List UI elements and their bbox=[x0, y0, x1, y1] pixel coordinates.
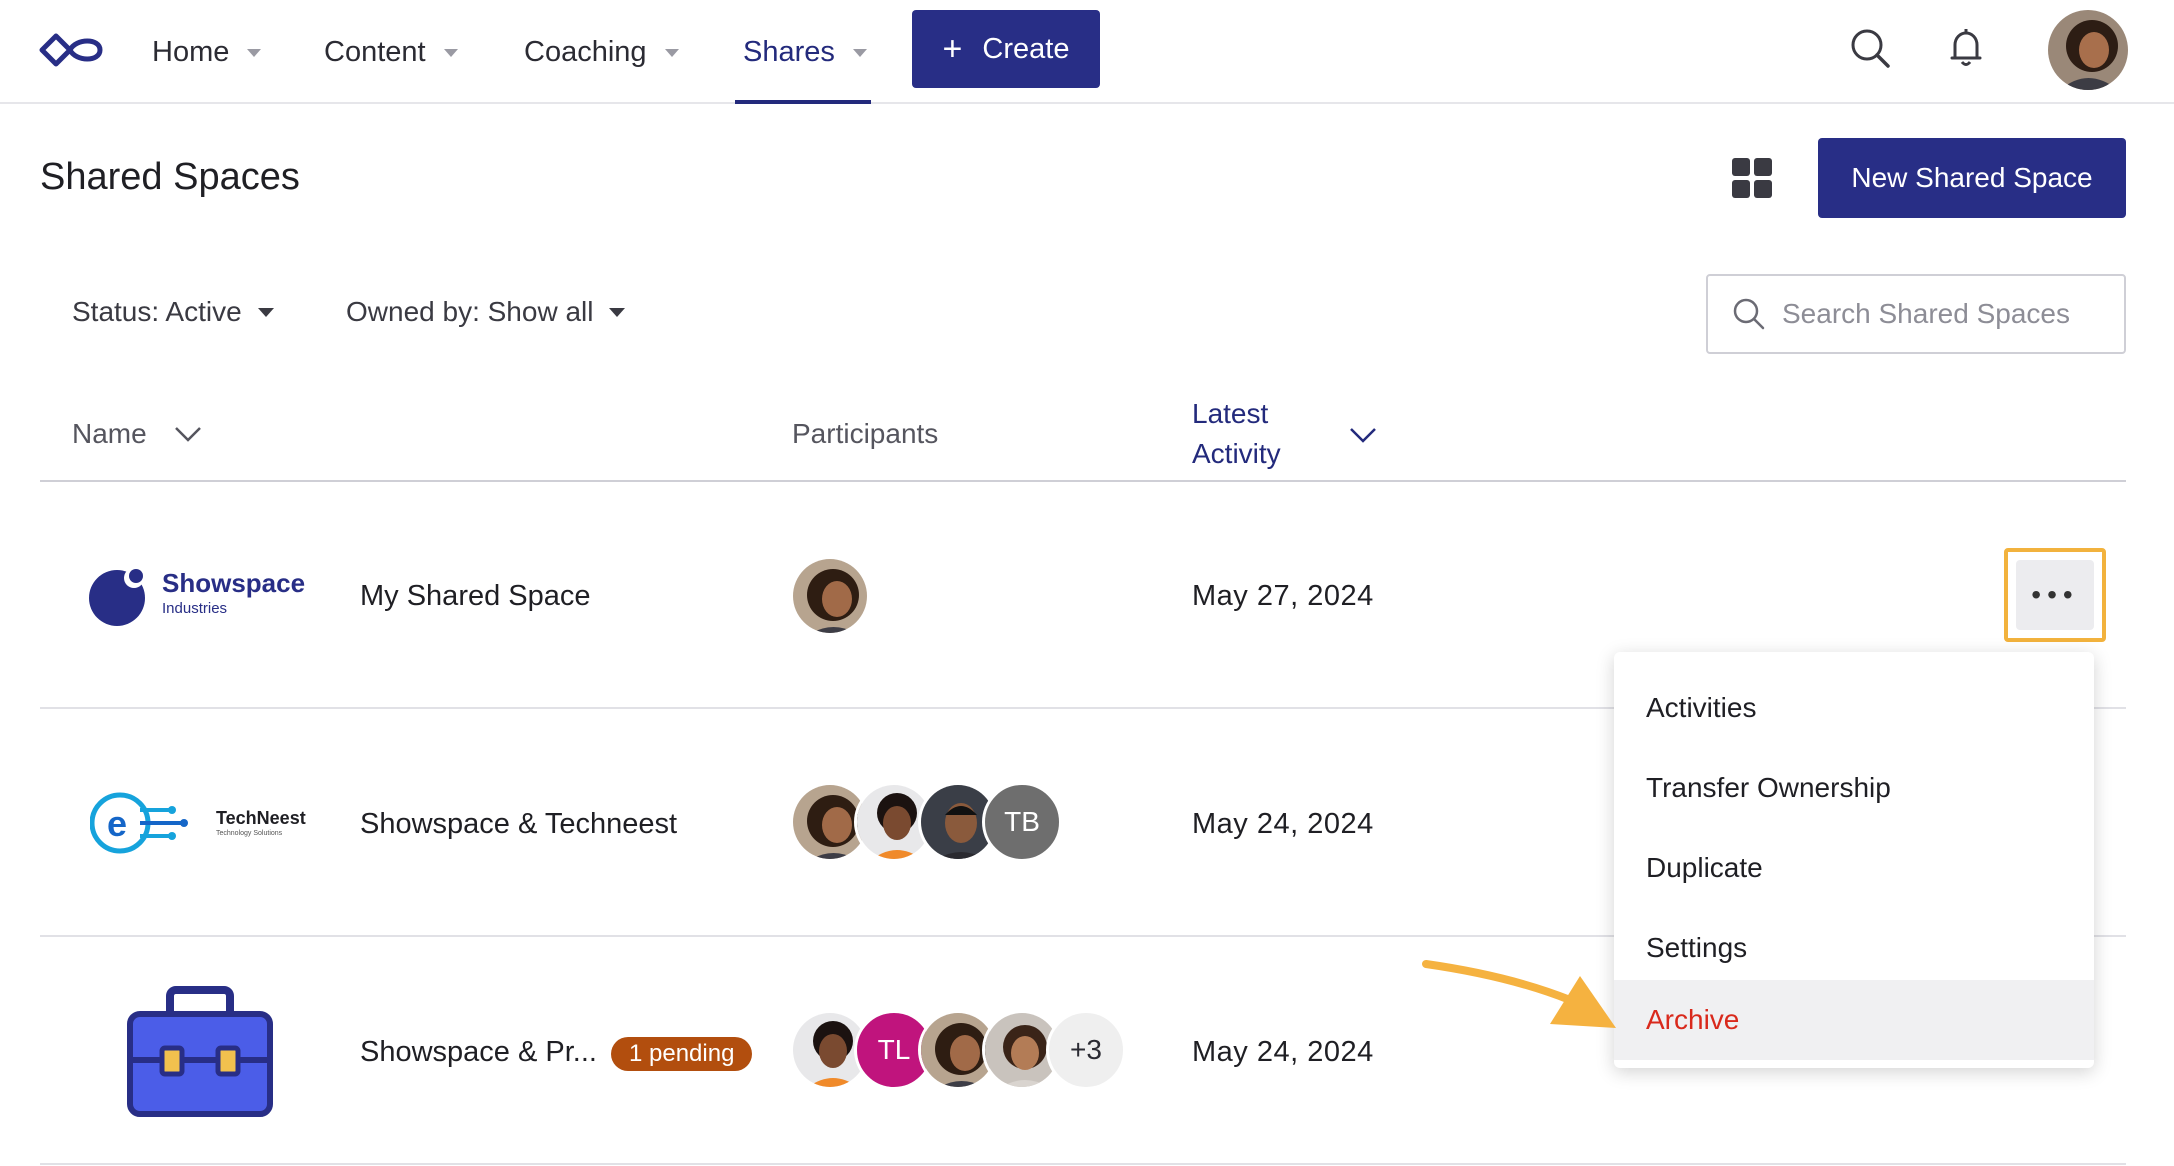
nav-content[interactable]: Content bbox=[324, 0, 458, 104]
nav-shares[interactable]: Shares bbox=[735, 0, 871, 104]
showspace-logo-mark-icon bbox=[89, 568, 145, 626]
menu-item-transfer-ownership[interactable]: Transfer Ownership bbox=[1614, 748, 2094, 828]
showspace-logo-subtitle: Industries bbox=[162, 600, 228, 617]
menu-item-activities[interactable]: Activities bbox=[1614, 668, 2094, 748]
chevron-down-icon bbox=[443, 49, 458, 57]
search-icon[interactable] bbox=[1848, 26, 1892, 70]
row-name[interactable]: Showspace & Techneest bbox=[360, 808, 677, 841]
user-avatar[interactable] bbox=[2048, 10, 2128, 90]
briefcase-icon bbox=[127, 986, 273, 1117]
grid-view-icon[interactable] bbox=[1730, 156, 1774, 200]
menu-item-duplicate[interactable]: Duplicate bbox=[1614, 828, 2094, 908]
participant-overflow-count: +3 bbox=[1046, 1010, 1126, 1090]
participant-initials-avatar: TB bbox=[982, 782, 1062, 862]
pending-badge: 1 pending bbox=[611, 1037, 753, 1071]
menu-item-settings[interactable]: Settings bbox=[1614, 908, 2094, 988]
column-header-latest-activity[interactable]: Latest Activity bbox=[1192, 394, 1281, 474]
row-name[interactable]: My Shared Space bbox=[360, 580, 591, 613]
nav-home-label: Home bbox=[152, 35, 230, 68]
nav-home[interactable]: Home bbox=[152, 0, 262, 104]
status-filter[interactable]: Status: Active bbox=[72, 296, 274, 328]
top-navigation: Home Content Coaching Shares + Create bbox=[0, 0, 2174, 104]
app-logo-icon[interactable] bbox=[38, 30, 106, 70]
column-latest-activity-line2: Activity bbox=[1192, 438, 1281, 469]
chevron-down-icon bbox=[174, 427, 201, 442]
nav-coaching[interactable]: Coaching bbox=[524, 0, 679, 104]
row-name[interactable]: Showspace & Pr... bbox=[360, 1036, 597, 1069]
create-button[interactable]: + Create bbox=[912, 10, 1100, 88]
column-latest-activity-line1: Latest bbox=[1192, 398, 1269, 429]
showspace-logo-wordmark: Showspace bbox=[162, 568, 306, 598]
table-header-divider bbox=[40, 480, 2126, 482]
showspace-logo: Showspace Industries bbox=[86, 564, 326, 628]
sort-descending-icon[interactable] bbox=[1348, 426, 1378, 444]
techneest-logo-mark-icon: e bbox=[90, 792, 188, 854]
new-shared-space-button[interactable]: New Shared Space bbox=[1818, 138, 2126, 218]
owned-by-filter-label: Owned by: Show all bbox=[346, 296, 594, 327]
search-icon bbox=[1733, 298, 1765, 330]
column-header-participants: Participants bbox=[792, 418, 939, 449]
participant-avatar bbox=[790, 556, 870, 636]
techneest-logo-subtitle: Technology Solutions bbox=[216, 830, 283, 837]
owned-by-filter[interactable]: Owned by: Show all bbox=[346, 296, 626, 328]
plus-icon: + bbox=[942, 29, 963, 68]
ellipsis-icon: ••• bbox=[2031, 579, 2079, 610]
column-name-label: Name bbox=[72, 418, 147, 449]
chevron-down-icon bbox=[852, 49, 867, 57]
more-options-button[interactable]: ••• bbox=[2016, 560, 2094, 630]
row-actions-highlight: ••• bbox=[2004, 548, 2106, 642]
search-input[interactable]: Search Shared Spaces bbox=[1706, 274, 2126, 354]
row-actions-menu: Activities Transfer Ownership Duplicate … bbox=[1614, 652, 2094, 1068]
annotation-arrow-icon bbox=[1422, 960, 1616, 1028]
chevron-down-icon bbox=[247, 49, 262, 57]
techneest-logo-wordmark: TechNeest bbox=[216, 808, 306, 828]
nav-content-label: Content bbox=[324, 35, 426, 68]
column-header-name[interactable]: Name bbox=[72, 418, 203, 450]
chevron-down-icon bbox=[257, 307, 274, 317]
create-button-label: Create bbox=[982, 32, 1070, 65]
bell-icon[interactable] bbox=[1944, 26, 1988, 70]
page-title: Shared Spaces bbox=[40, 156, 300, 198]
row-divider bbox=[40, 1163, 2126, 1165]
nav-coaching-label: Coaching bbox=[524, 35, 647, 68]
chevron-down-icon bbox=[664, 49, 679, 57]
techneest-logo: e TechNeest Technology Solutions bbox=[90, 790, 330, 856]
search-placeholder: Search Shared Spaces bbox=[1782, 298, 2070, 329]
chevron-down-icon bbox=[609, 307, 626, 317]
menu-item-archive[interactable]: Archive bbox=[1614, 980, 2094, 1060]
nav-shares-label: Shares bbox=[743, 35, 835, 68]
row-date: May 27, 2024 bbox=[1192, 580, 1374, 612]
status-filter-label: Status: Active bbox=[72, 296, 242, 327]
svg-text:e: e bbox=[107, 803, 127, 844]
row-date: May 24, 2024 bbox=[1192, 1036, 1374, 1068]
row-date: May 24, 2024 bbox=[1192, 808, 1374, 840]
